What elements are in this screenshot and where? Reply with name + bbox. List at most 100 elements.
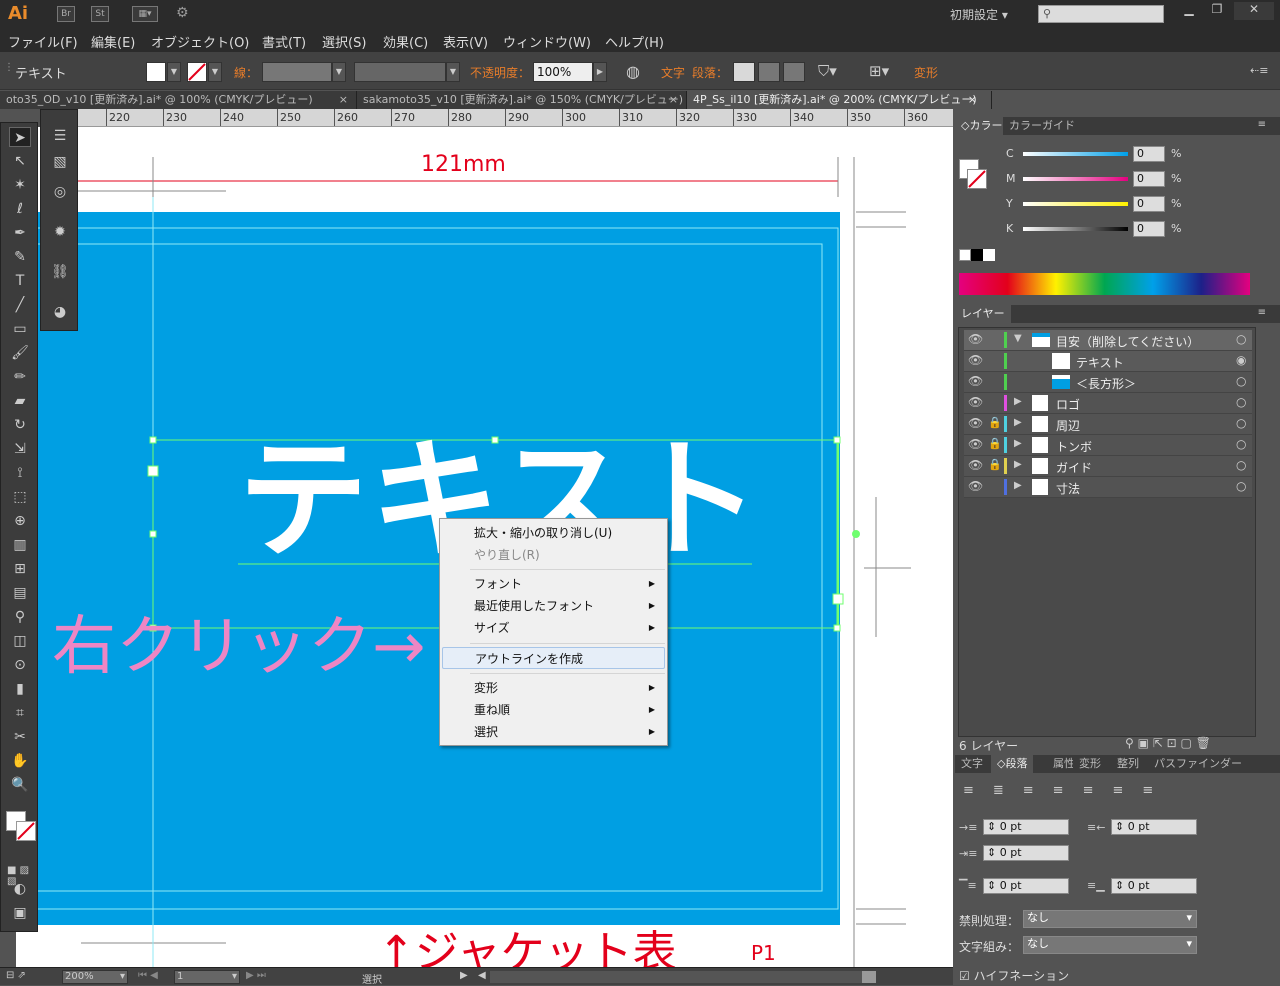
stroke-dropdown[interactable]: ▼ bbox=[208, 62, 222, 82]
tab-document-2[interactable]: sakamoto35_v10 [更新済み].ai* @ 150% (CMYK/プ… bbox=[357, 91, 687, 109]
layer-row[interactable]: 👁 ▶ ロゴ ○ bbox=[964, 393, 1252, 414]
eyedropper-tool-icon[interactable]: ⚲ bbox=[9, 607, 31, 627]
variable-width-profile[interactable] bbox=[354, 62, 446, 82]
target-icon[interactable]: ○ bbox=[1236, 416, 1246, 430]
perspective-grid-tool-icon[interactable]: ▥ bbox=[9, 535, 31, 555]
mesh-tool-icon[interactable]: ⊞ bbox=[9, 559, 31, 579]
visibility-eye-icon[interactable]: 👁 bbox=[968, 437, 983, 451]
target-icon[interactable]: ○ bbox=[1236, 437, 1246, 451]
curvature-tool-icon[interactable]: ✎ bbox=[9, 247, 31, 267]
layer-row[interactable]: 👁 ▼ 目安（削除してください） ○ bbox=[964, 330, 1252, 351]
pencil-tool-icon[interactable]: ✏ bbox=[9, 367, 31, 387]
slider-y[interactable] bbox=[1023, 202, 1128, 206]
paragraph-align-buttons[interactable]: ≡≣≡≡≡≡≡ bbox=[963, 783, 1172, 798]
layer-row[interactable]: 👁 ＜長方形＞ ○ bbox=[964, 372, 1252, 393]
target-icon[interactable]: ○ bbox=[1236, 458, 1246, 472]
direct-selection-tool-icon[interactable]: ↖ bbox=[9, 151, 31, 171]
scrollbar-thumb[interactable] bbox=[862, 971, 876, 983]
panel-menu-icon[interactable]: ⇠≡ bbox=[1250, 64, 1268, 77]
first-line-indent-field[interactable]: ⇕ 0 pt bbox=[983, 845, 1069, 861]
status-menu-icon[interactable]: ▶ bbox=[460, 970, 468, 981]
zoom-tool-icon[interactable]: 🔍 bbox=[9, 775, 31, 795]
bridge-icon[interactable]: Br bbox=[57, 6, 75, 22]
menu-select[interactable]: 選択(S) bbox=[322, 32, 366, 51]
type-tool-icon[interactable]: T bbox=[9, 271, 31, 291]
lock-icon[interactable]: 🔒 bbox=[988, 437, 1002, 450]
left-indent-field[interactable]: ⇕ 0 pt bbox=[983, 819, 1069, 835]
visibility-eye-icon[interactable]: 👁 bbox=[968, 458, 983, 472]
menu-object[interactable]: オブジェクト(O) bbox=[151, 32, 249, 51]
context-menu-item-font[interactable]: フォント ▶ bbox=[442, 573, 665, 595]
layer-name[interactable]: ロゴ bbox=[1056, 396, 1080, 413]
menu-view[interactable]: 表示(V) bbox=[443, 32, 488, 51]
stroke-weight-field[interactable] bbox=[262, 62, 332, 82]
align-panel-icon[interactable]: ⊞▾ bbox=[869, 62, 889, 80]
space-after-field[interactable]: ⇕ 0 pt bbox=[1111, 878, 1197, 894]
restore-button[interactable]: ❐ bbox=[1204, 2, 1230, 20]
minimize-button[interactable]: ▁ bbox=[1176, 2, 1202, 20]
color-spectrum[interactable] bbox=[959, 273, 1250, 295]
paintbrush-tool-icon[interactable]: 🖌 bbox=[9, 343, 31, 363]
lock-icon[interactable]: 🔒 bbox=[988, 416, 1002, 429]
visibility-eye-icon[interactable]: 👁 bbox=[968, 395, 983, 409]
layer-name[interactable]: 目安（削除してください） bbox=[1056, 333, 1199, 350]
scroll-left-icon[interactable]: ◀ bbox=[478, 970, 486, 981]
layer-name[interactable]: ガイド bbox=[1056, 459, 1092, 476]
align-center-button[interactable] bbox=[758, 62, 780, 82]
blend-tool-icon[interactable]: ◫ bbox=[9, 631, 31, 651]
character-link[interactable]: 文字 bbox=[661, 64, 685, 81]
recolor-icon[interactable]: ◍ bbox=[626, 62, 640, 81]
close-button[interactable]: ✕ bbox=[1234, 2, 1274, 20]
menu-help[interactable]: ヘルプ(H) bbox=[605, 32, 664, 51]
menu-lines-icon[interactable]: ☰ bbox=[49, 128, 71, 150]
stroke-weight-dropdown[interactable]: ▼ bbox=[332, 62, 346, 82]
transparency-panel-icon[interactable]: ◎ bbox=[49, 184, 71, 206]
context-menu-item-create-outlines[interactable]: アウトラインを作成 bbox=[442, 647, 665, 669]
appearance-panel-icon[interactable]: ✹ bbox=[49, 224, 71, 246]
context-menu-item-arrange[interactable]: 重ね順 ▶ bbox=[442, 699, 665, 721]
tab-color-guide[interactable]: カラーガイド bbox=[1003, 117, 1081, 135]
links-panel-icon[interactable]: ⛓ bbox=[49, 264, 71, 286]
page-select[interactable]: 1 ▾ bbox=[174, 970, 240, 984]
visibility-eye-icon[interactable]: 👁 bbox=[968, 479, 983, 493]
expand-arrow-icon[interactable]: ▶ bbox=[1014, 438, 1022, 449]
profile-dropdown[interactable]: ▼ bbox=[446, 62, 460, 82]
layer-row[interactable]: 👁 テキスト ◉ bbox=[964, 351, 1252, 372]
width-tool-icon[interactable]: ⟟ bbox=[9, 463, 31, 483]
artboard-nav-icon[interactable]: ⊟ ⇗ bbox=[6, 970, 26, 981]
tab-document-3[interactable]: 4P_Ss_il10 [更新済み].ai* @ 200% (CMYK/プレビュー… bbox=[687, 91, 992, 109]
screen-mode-icon[interactable]: ▣ bbox=[9, 903, 31, 923]
visibility-eye-icon[interactable]: 👁 bbox=[968, 374, 983, 388]
pen-tool-icon[interactable]: ✒ bbox=[9, 223, 31, 243]
align-left-button[interactable] bbox=[733, 62, 755, 82]
target-icon[interactable]: ○ bbox=[1236, 332, 1246, 346]
visibility-eye-icon[interactable]: 👁 bbox=[968, 332, 983, 346]
rectangle-tool-icon[interactable]: ▭ bbox=[9, 319, 31, 339]
artboard-tool-icon[interactable]: ⌗ bbox=[9, 703, 31, 723]
layer-row[interactable]: 👁 ▶ 寸法 ○ bbox=[964, 477, 1252, 498]
horizontal-ruler[interactable]: 220 230 240 250 260 270 280 290 300 310 … bbox=[78, 109, 953, 127]
gradient-tool-icon[interactable]: ▤ bbox=[9, 583, 31, 603]
rotate-tool-icon[interactable]: ↻ bbox=[9, 415, 31, 435]
hand-tool-icon[interactable]: ✋ bbox=[9, 751, 31, 771]
next-page-icon[interactable]: ▶ ⏭ bbox=[246, 970, 266, 981]
tab-pathfinder[interactable]: パスファインダー bbox=[1148, 755, 1248, 773]
slice-tool-icon[interactable]: ✂ bbox=[9, 727, 31, 747]
workspace-switcher[interactable]: 初期設定 ▾ bbox=[950, 6, 1008, 23]
visibility-eye-icon[interactable]: 👁 bbox=[968, 353, 983, 367]
column-graph-tool-icon[interactable]: ▮ bbox=[9, 679, 31, 699]
close-tab-icon[interactable]: × bbox=[968, 91, 977, 109]
right-indent-field[interactable]: ⇕ 0 pt bbox=[1111, 819, 1197, 835]
layer-row[interactable]: 👁 🔒 ▶ ガイド ○ bbox=[964, 456, 1252, 477]
align-right-button[interactable] bbox=[783, 62, 805, 82]
tab-align[interactable]: 整列 bbox=[1111, 755, 1145, 773]
context-menu-item-size[interactable]: サイズ ▶ bbox=[442, 617, 665, 639]
field-m[interactable]: 0 bbox=[1133, 171, 1165, 187]
horizontal-scrollbar[interactable] bbox=[490, 971, 870, 983]
paragraph-link[interactable]: 段落： bbox=[692, 64, 728, 81]
context-menu-item-recent-fonts[interactable]: 最近使用したフォント ▶ bbox=[442, 595, 665, 617]
target-selected-icon[interactable]: ◉ bbox=[1236, 353, 1246, 367]
collapse-arrow-icon[interactable]: ▼ bbox=[1014, 333, 1022, 344]
scale-tool-icon[interactable]: ⇲ bbox=[9, 439, 31, 459]
lasso-tool-icon[interactable]: ℓ bbox=[9, 199, 31, 219]
